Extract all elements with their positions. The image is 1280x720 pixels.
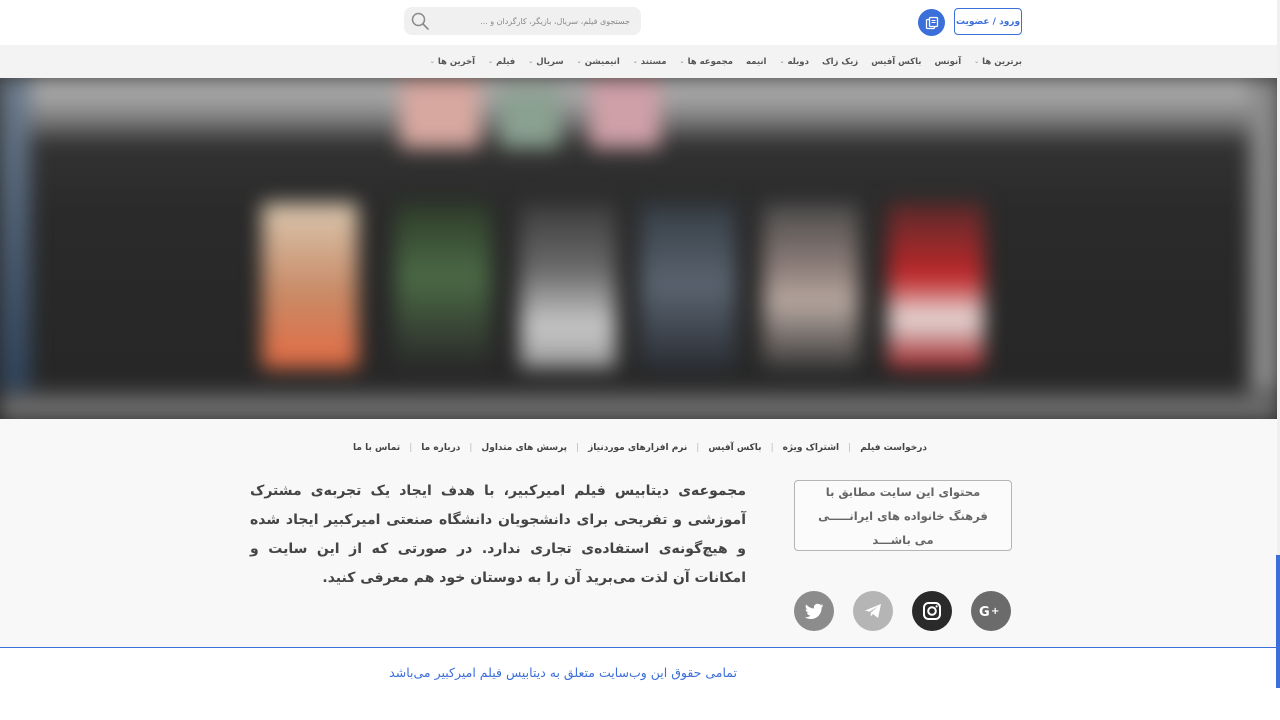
scrollbar-thumb[interactable] xyxy=(1276,555,1280,688)
nav-item[interactable]: دوبله ⌄ xyxy=(779,57,809,67)
nav-item[interactable]: آخرین ها ⌄ xyxy=(430,57,475,67)
nav-item[interactable]: مجموعه ها ⌄ xyxy=(680,57,733,67)
login-register-button[interactable]: ورود / عضویت xyxy=(954,8,1022,35)
twitter-button[interactable] xyxy=(794,591,834,631)
google-plus-icon: G + xyxy=(979,605,999,620)
telegram-icon xyxy=(865,604,881,618)
copyright-text: تمامی حقوق این وب‌سایت متعلق به دیتابیس … xyxy=(389,665,737,680)
family-notice-box: محتوای این سایت مطابق با فرهنگ خانواده ه… xyxy=(794,480,1012,551)
chevron-down-icon: ⌄ xyxy=(488,58,494,65)
footer-links: درخواست فیلم | اشتراک ویژه | باکس آفیس | نرم ا… xyxy=(0,443,1280,453)
chevron-down-icon: ⌄ xyxy=(632,58,638,65)
nav-item-label: دوبله xyxy=(787,56,809,67)
nav-item-label: برترین ها xyxy=(982,56,1022,67)
nav-item[interactable]: فیلم ⌄ xyxy=(488,57,515,67)
nav-item[interactable]: سریال ⌄ xyxy=(528,57,563,67)
link-separator: | xyxy=(696,443,700,453)
chevron-down-icon: ⌄ xyxy=(429,58,435,65)
nav-item-label: فیلم xyxy=(496,56,516,67)
nav-item[interactable]: باکس آفیس xyxy=(871,57,921,67)
search-icon[interactable] xyxy=(409,10,431,32)
nav-item[interactable]: انیمیشن ⌄ xyxy=(577,57,620,67)
footer-link[interactable]: تماس با ما xyxy=(353,443,400,453)
nav-item[interactable]: مستند ⌄ xyxy=(633,57,667,67)
chevron-down-icon: ⌄ xyxy=(974,58,980,65)
hero-background xyxy=(0,78,1280,419)
nav-item[interactable]: انیمه xyxy=(746,57,766,67)
nav-item[interactable]: برترین ها ⌄ xyxy=(974,57,1022,67)
main-nav: آخرین ها ⌄ فیلم ⌄ سریال ⌄ انیمیشن ⌄ مستند ⌄ مجموعه… xyxy=(0,45,1280,78)
twitter-icon xyxy=(804,603,824,619)
site-header: ورود / عضویت xyxy=(0,0,1280,45)
chevron-down-icon: ⌄ xyxy=(679,58,685,65)
nav-item[interactable]: زیک زاک xyxy=(822,57,858,67)
instagram-icon xyxy=(923,602,941,620)
chevron-down-icon: ⌄ xyxy=(528,58,534,65)
nav-item-label: آخرین ها xyxy=(437,56,476,67)
link-separator: | xyxy=(770,443,774,453)
chevron-down-icon: ⌄ xyxy=(576,58,582,65)
telegram-button[interactable] xyxy=(853,591,893,631)
search-box xyxy=(404,7,641,35)
site-footer: درخواست فیلم | اشتراک ویژه | باکس آفیس | نرم ا… xyxy=(0,419,1280,648)
subscription-icon xyxy=(925,16,938,29)
hero-slider[interactable] xyxy=(0,78,1280,419)
nav-item-label: آنونس xyxy=(934,56,962,67)
nav-item-label: انیمیشن xyxy=(584,56,620,67)
nav-item-label: باکس آفیس xyxy=(871,56,922,67)
footer-link[interactable]: پرسش های متداول xyxy=(481,443,567,453)
link-separator: | xyxy=(409,443,413,453)
nav-item-label: مستند xyxy=(640,56,667,67)
google-plus-button[interactable]: G + xyxy=(971,591,1011,631)
link-separator: | xyxy=(469,443,473,453)
link-separator: | xyxy=(848,443,852,453)
subscription-button[interactable] xyxy=(918,9,945,36)
nav-item-label: انیمه xyxy=(746,56,767,67)
search-input[interactable] xyxy=(434,7,634,35)
chevron-down-icon: ⌄ xyxy=(779,58,785,65)
footer-link[interactable]: باکس آفیس xyxy=(708,443,761,453)
nav-item-label: زیک زاک xyxy=(821,56,859,67)
footer-divider xyxy=(0,647,1280,648)
family-notice-text: محتوای این سایت مطابق با فرهنگ خانواده ه… xyxy=(818,484,988,547)
nav-item-label: سریال xyxy=(536,56,564,67)
nav-item-label: مجموعه ها xyxy=(687,56,733,67)
instagram-button[interactable] xyxy=(912,591,952,631)
footer-link[interactable]: درخواست فیلم xyxy=(860,443,927,453)
link-separator: | xyxy=(576,443,580,453)
nav-item[interactable]: آنونس xyxy=(934,57,961,67)
footer-link[interactable]: اشتراک ویژه xyxy=(783,443,840,453)
nav-list: آخرین ها ⌄ فیلم ⌄ سریال ⌄ انیمیشن ⌄ مستند ⌄ مجموعه… xyxy=(430,45,1022,78)
footer-link[interactable]: نرم افزارهای موردنیاز xyxy=(588,443,687,453)
about-text: مجموعه‌ی دیتابیس فیلم امیرکبیر، با هدف ا… xyxy=(250,483,746,586)
svg-text:G: G xyxy=(979,605,990,620)
svg-text:+: + xyxy=(991,606,999,617)
footer-link[interactable]: درباره ما xyxy=(421,443,460,453)
